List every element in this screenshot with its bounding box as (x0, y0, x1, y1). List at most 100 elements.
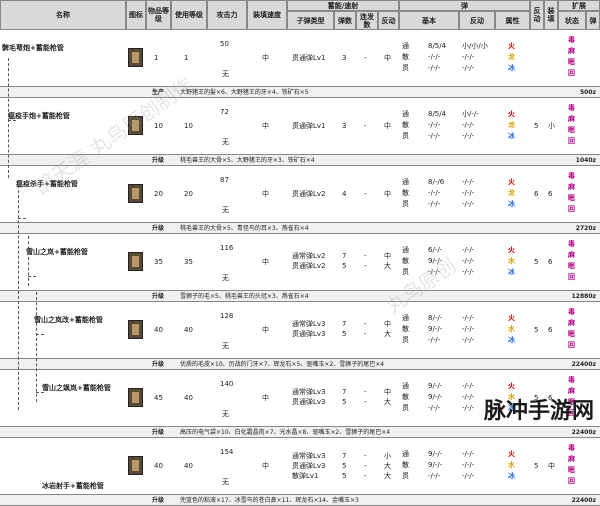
element: 龙 (508, 121, 515, 129)
status: 回 (568, 69, 575, 77)
attack-value: 128 (220, 312, 234, 320)
ammo-count: 7 (342, 252, 347, 260)
slot-speed: 中 (262, 190, 269, 198)
bullet-recoil: -/-/- (462, 189, 475, 197)
bullet-kind: 贯 (402, 404, 409, 412)
element: 龙 (508, 189, 515, 197)
tree-line (36, 292, 37, 402)
basic-stat: -/-/- (428, 200, 441, 208)
recoil: 大 (384, 472, 391, 480)
element: 冰 (508, 336, 515, 344)
material-row: 升级 桃毛兽王的大骨×5、青怪鸟的耳×3、燕雀石×4 2720z (0, 223, 600, 234)
item-level: 40 (154, 326, 163, 334)
basic-stat: 9/-/- (428, 382, 443, 390)
basic-stat: -/-/- (428, 53, 441, 61)
bullet-recoil: -/-/- (462, 393, 475, 401)
weapon-icon (128, 252, 143, 271)
ammo-type: 通常弹Lv2 (292, 252, 326, 260)
status: 回 (568, 205, 575, 213)
status: 眠 (568, 58, 575, 66)
ammo-count: 5 (342, 262, 347, 270)
ammo-count: 5 (342, 398, 347, 406)
reload: 5 (534, 122, 539, 130)
fire-count: - (364, 320, 367, 328)
weapon-name: 雪山之飒岚+蓄能枪管 (42, 384, 111, 392)
bullet-kind: 通 (402, 246, 409, 254)
status: 毒 (568, 240, 575, 248)
header-ammo-group: 蓄能/速射 (287, 0, 399, 11)
header-fire-count: 连发数 (356, 11, 378, 30)
fire-count: - (364, 262, 367, 270)
bullet-kind: 散 (402, 257, 409, 265)
attack-sub: 无 (222, 206, 229, 214)
fire-count: - (364, 252, 367, 260)
material-label: 升级 (152, 225, 165, 232)
material-cost: 500z (579, 89, 596, 96)
tree-branch (36, 392, 44, 393)
recoil: 大 (384, 262, 391, 270)
attack-sub: 无 (222, 410, 229, 418)
fire-count: - (364, 122, 367, 130)
status: 回 (568, 273, 575, 281)
status: 眠 (568, 466, 575, 474)
material-list: 桃毛兽王的大骨×5、大野猪王的牙×3、铁矿石×4 (180, 157, 315, 164)
header-expand: 扩展 (558, 0, 600, 11)
tree-branch (18, 218, 26, 219)
header-reload: 装填 (544, 0, 558, 30)
header-attr: 属性 (495, 11, 530, 30)
status: 回 (568, 341, 575, 349)
material-row: 升级 兜蓝色的粘液×17、冰雪鸟的苍白鼻×11、辉龙石×14、金嘴玉×3 22400… (0, 495, 600, 506)
weapon-row: 冰岩射手+蓄能枪管 40 40 154 无中通常弹Lv3 7- 小贯通弹Lv3 5- 大散弹Lv… (0, 438, 600, 495)
attack-sub: 无 (222, 478, 229, 486)
ammo-type: 贯通弹Lv3 (292, 462, 326, 470)
weapon-row: 雪山之岚改+蓄能枪管 40 40 128 无 中 通常弹Lv3 7 - 中贯通弹Lv3 5 - 大 通散贯… (0, 302, 600, 359)
element: 火 (508, 450, 515, 458)
basic-stat: -/-/- (428, 121, 441, 129)
status: 麻 (568, 183, 575, 191)
status: 毒 (568, 172, 575, 180)
attack-value: 140 (220, 380, 234, 388)
basic-stat: -/-/- (428, 472, 441, 480)
side-stat: 6 (548, 258, 553, 266)
element: 冰 (508, 200, 515, 208)
status: 眠 (568, 194, 575, 202)
bullet-recoil: 小/-/- (462, 110, 479, 118)
header-use-level: 使用等级 (171, 0, 207, 30)
basic-stat: -/-/- (428, 189, 441, 197)
bullet-kind: 通 (402, 382, 409, 390)
attack-value: 87 (220, 176, 229, 184)
bullet-kind: 通 (402, 178, 409, 186)
basic-stat: -/-/- (428, 132, 441, 140)
bullet-kind: 散 (402, 189, 409, 197)
basic-stat: 9/-/- (428, 450, 443, 458)
ammo-count: 4 (342, 190, 347, 198)
side-stat: 6 (548, 190, 553, 198)
material-row: 升级 优质的毛皮×10、历战的门牙×7、辉龙石×5、驱嘴玉×2、雪狮子的尾巴×4 2… (0, 359, 600, 370)
element: 火 (508, 178, 515, 186)
use-level: 40 (184, 462, 193, 470)
fire-count: - (364, 472, 367, 480)
item-level: 20 (154, 190, 163, 198)
bullet-recoil: -/-/- (462, 325, 475, 333)
bullet-kind: 散 (402, 461, 409, 469)
bullet-kind: 贯 (402, 132, 409, 140)
element: 冰 (508, 472, 515, 480)
tree-branch (36, 334, 44, 335)
ammo-type: 贯通弹Lv2 (292, 190, 326, 198)
element: 火 (508, 314, 515, 322)
weapon-icon (128, 184, 143, 203)
header-icon: 图标 (126, 0, 146, 30)
fire-count: - (364, 54, 367, 62)
bullet-recoil: -/-/- (462, 450, 475, 458)
header-bullet-recoil: 反动 (459, 11, 495, 30)
recoil: 小 (384, 452, 391, 460)
reload: 6 (534, 190, 539, 198)
use-level: 40 (184, 394, 193, 402)
header-recoil: 反动 (378, 11, 399, 30)
slot-speed: 中 (262, 394, 269, 402)
item-level: 1 (154, 54, 159, 62)
bullet-recoil: -/-/- (462, 178, 475, 186)
basic-stat: -/-/- (428, 64, 441, 72)
status: 毒 (568, 104, 575, 112)
slot-speed: 中 (262, 122, 269, 130)
